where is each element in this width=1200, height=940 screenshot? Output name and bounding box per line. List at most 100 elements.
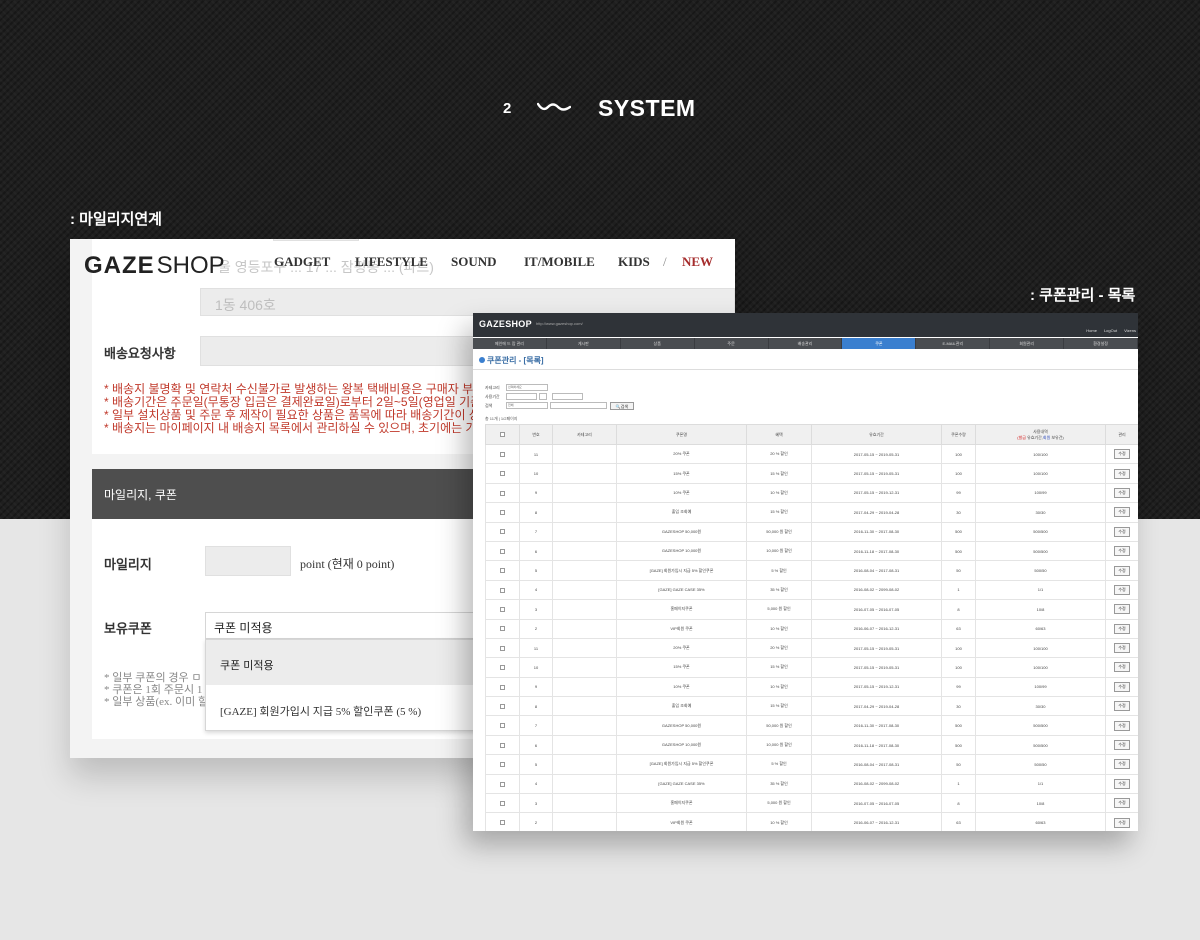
row-usage[interactable]: 500/500 [975, 521, 1106, 542]
search-scope-select[interactable]: 전체 [506, 402, 548, 409]
row-select-cell[interactable] [485, 773, 520, 795]
admin-menu-item-7[interactable]: 회원관리 [990, 338, 1065, 349]
edit-button[interactable]: 수정 [1114, 623, 1130, 634]
row-select-cell[interactable] [485, 812, 520, 831]
row-select-cell[interactable] [485, 443, 520, 465]
coupon-option-signup[interactable]: [GAZE] 회원가입시 지급 5% 할인쿠폰 (5 %) [220, 703, 421, 719]
row-usage[interactable]: 60/63 [975, 812, 1106, 831]
gazeshop-logo[interactable]: GAZE SHOP [84, 252, 225, 280]
row-select-cell[interactable] [485, 715, 520, 736]
row-checkbox[interactable] [500, 665, 505, 671]
header-select-all[interactable] [485, 424, 520, 445]
row-checkbox[interactable] [500, 451, 505, 457]
row-usage[interactable]: 100/100 [975, 637, 1106, 659]
nav-lifestyle[interactable]: LIFESTYLE [355, 254, 451, 270]
row-usage[interactable]: 60/63 [975, 618, 1106, 639]
row-checkbox[interactable] [500, 510, 505, 516]
row-checkbox[interactable] [500, 529, 505, 535]
edit-button[interactable]: 수정 [1114, 798, 1130, 809]
admin-menu-item-3[interactable]: 주문 [695, 338, 769, 349]
calendar-icon[interactable] [539, 393, 547, 400]
row-usage[interactable]: 500/500 [975, 715, 1106, 736]
row-usage[interactable]: 100/99 [975, 676, 1106, 698]
period-start-input[interactable] [506, 393, 537, 400]
row-usage[interactable]: 100/100 [975, 463, 1106, 484]
row-checkbox[interactable] [500, 490, 505, 496]
edit-button[interactable]: 수정 [1114, 468, 1130, 479]
nav-kids[interactable]: KIDS [618, 254, 663, 270]
admin-menu-item-8[interactable]: 환경설정 [1064, 338, 1138, 349]
row-checkbox[interactable] [500, 800, 505, 806]
row-usage[interactable]: 100/100 [975, 657, 1106, 678]
address-detail-field[interactable]: 1동 406호 [200, 288, 735, 316]
row-select-cell[interactable] [485, 560, 520, 581]
top-link-logout[interactable]: LogOut [1104, 328, 1117, 333]
edit-button[interactable]: 수정 [1114, 701, 1130, 712]
edit-button[interactable]: 수정 [1114, 526, 1130, 537]
row-usage[interactable]: 500/500 [975, 540, 1106, 562]
row-checkbox[interactable] [500, 568, 505, 574]
row-select-cell[interactable] [485, 540, 520, 562]
edit-button[interactable]: 수정 [1114, 643, 1130, 654]
row-select-cell[interactable] [485, 599, 520, 620]
edit-button[interactable]: 수정 [1114, 740, 1130, 751]
row-select-cell[interactable] [485, 482, 520, 504]
edit-button[interactable]: 수정 [1114, 778, 1130, 789]
filter-category-select[interactable]: 선택하세요 [506, 384, 548, 391]
top-link-home[interactable]: Home [1086, 328, 1097, 333]
nav-it-mobile[interactable]: IT/MOBILE [524, 254, 618, 270]
edit-button[interactable]: 수정 [1114, 546, 1130, 557]
admin-menu-item-5[interactable]: 쿠폰 [842, 338, 917, 349]
row-checkbox[interactable] [500, 742, 505, 748]
admin-menu-item-2[interactable]: 상품 [621, 338, 695, 349]
edit-button[interactable]: 수정 [1114, 720, 1130, 731]
row-select-cell[interactable] [485, 502, 520, 523]
row-select-cell[interactable] [485, 579, 520, 601]
search-input[interactable] [550, 402, 607, 409]
row-checkbox[interactable] [500, 820, 505, 826]
row-usage[interactable]: 500/50 [975, 560, 1106, 581]
row-select-cell[interactable] [485, 793, 520, 814]
row-usage[interactable]: 30/30 [975, 502, 1106, 523]
row-checkbox[interactable] [500, 723, 505, 729]
edit-button[interactable]: 수정 [1114, 584, 1130, 595]
row-usage[interactable]: 100/100 [975, 443, 1106, 465]
row-usage[interactable]: 1/1 [975, 579, 1106, 601]
row-usage[interactable]: 1/1 [975, 773, 1106, 795]
row-usage[interactable]: 10/8 [975, 599, 1106, 620]
admin-menu-item-6[interactable]: E-MAIL관리 [916, 338, 991, 349]
edit-button[interactable]: 수정 [1114, 662, 1130, 673]
row-usage[interactable]: 100/99 [975, 482, 1106, 504]
row-usage[interactable]: 500/50 [975, 754, 1106, 775]
row-usage[interactable]: 30/30 [975, 696, 1106, 717]
edit-button[interactable]: 수정 [1114, 759, 1130, 770]
edit-button[interactable]: 수정 [1114, 449, 1130, 460]
row-usage[interactable]: 500/500 [975, 734, 1106, 756]
admin-menu-item-4[interactable]: 배송관리 [769, 338, 843, 349]
row-checkbox[interactable] [500, 645, 505, 651]
row-select-cell[interactable] [485, 754, 520, 775]
row-select-cell[interactable] [485, 734, 520, 756]
nav-sound[interactable]: SOUND [451, 254, 524, 270]
edit-button[interactable]: 수정 [1114, 565, 1130, 576]
edit-button[interactable]: 수정 [1114, 487, 1130, 498]
admin-menu-item-1[interactable]: 게시판 [547, 338, 621, 349]
nav-gadget[interactable]: GADGET [274, 254, 355, 270]
row-select-cell[interactable] [485, 637, 520, 659]
admin-menu-item-0[interactable]: 메인에 드 랍 관리 [473, 338, 547, 349]
select-all-checkbox[interactable] [500, 432, 505, 438]
period-end-input[interactable] [552, 393, 583, 400]
row-checkbox[interactable] [500, 626, 505, 632]
row-checkbox[interactable] [500, 684, 505, 690]
row-checkbox[interactable] [500, 607, 505, 613]
search-button[interactable]: 🔍검색 [610, 402, 634, 410]
edit-button[interactable]: 수정 [1114, 817, 1130, 828]
row-select-cell[interactable] [485, 618, 520, 639]
row-checkbox[interactable] [500, 587, 505, 593]
row-checkbox[interactable] [500, 471, 505, 477]
edit-button[interactable]: 수정 [1114, 681, 1130, 692]
top-link-vizens[interactable]: Vizens [1124, 328, 1136, 333]
row-select-cell[interactable] [485, 521, 520, 542]
row-select-cell[interactable] [485, 696, 520, 717]
edit-button[interactable]: 수정 [1114, 507, 1130, 518]
